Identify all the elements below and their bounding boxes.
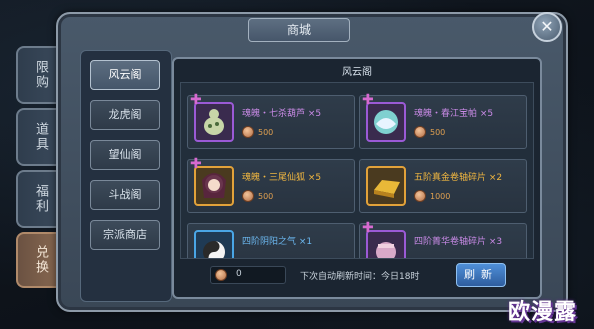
refresh-time-text: 下次自动刷新时间：今日18时 xyxy=(300,272,420,282)
item-icon-gold-bar xyxy=(366,166,406,206)
coin-icon xyxy=(242,126,254,138)
nav-sect-shop[interactable]: 宗派商店 xyxy=(90,220,160,250)
coin-icon xyxy=(414,190,426,202)
soul-badge-icon: ✚ xyxy=(190,92,202,108)
item-icon-fox-portrait xyxy=(194,166,234,206)
item-list[interactable]: ✚ 魂魄・七杀葫芦 ×5 500 ✚ 魂魄・春江宝帕 ×5 500 ✚ 魂魄・三… xyxy=(180,82,534,259)
price-row: 1000 xyxy=(414,190,450,202)
coin-icon xyxy=(242,190,254,202)
nav-douzhan[interactable]: 斗战阁 xyxy=(90,180,160,210)
panel-title: 风云阁 xyxy=(342,67,372,78)
nav-longhu[interactable]: 龙虎阁 xyxy=(90,100,160,130)
item-card[interactable]: ✚ 魂魄・春江宝帕 ×5 500 xyxy=(359,92,527,149)
item-card[interactable]: ✚ 魂魄・三尾仙狐 ×5 500 xyxy=(187,156,355,213)
soul-badge-icon: ✚ xyxy=(190,156,202,172)
soul-badge-icon: ✚ xyxy=(362,92,374,108)
side-tab-label: 道具 xyxy=(33,122,48,152)
close-icon: ✕ xyxy=(540,17,554,36)
item-name: 四阶菁华卷轴碎片 ×3 xyxy=(414,237,503,247)
soul-badge-icon: ✚ xyxy=(362,220,374,236)
currency-display xyxy=(210,266,286,284)
window-title: 商城 xyxy=(248,18,350,42)
item-card[interactable]: ✚ 魂魄・七杀葫芦 ×5 500 xyxy=(187,92,355,149)
item-icon-handkerchief xyxy=(366,102,406,142)
item-name: 四阶阴阳之气 ×1 xyxy=(242,237,313,247)
price-row: 500 xyxy=(242,190,273,202)
side-tab-label: 福利 xyxy=(33,184,48,214)
nav-fengyun[interactable]: 风云阁 xyxy=(90,60,160,90)
price-row: 500 xyxy=(242,126,273,138)
item-card[interactable]: 四阶阴阳之气 ×1 xyxy=(187,223,355,258)
side-tab-label: 兑换 xyxy=(33,245,48,275)
coin-icon xyxy=(215,269,227,281)
coin-icon xyxy=(414,126,426,138)
price-row: 500 xyxy=(414,126,445,138)
item-name: 魂魄・春江宝帕 ×5 xyxy=(414,109,494,119)
item-price: 1000 xyxy=(430,191,451,201)
nav-wangxian[interactable]: 望仙阁 xyxy=(90,140,160,170)
currency-value: 0 xyxy=(236,269,242,279)
item-price: 500 xyxy=(258,127,274,137)
side-tab-label: 限购 xyxy=(33,60,48,90)
watermark-logo: 欧漫露 xyxy=(508,300,578,325)
item-icon-yinyang xyxy=(194,230,234,258)
refresh-button[interactable]: 刷新 xyxy=(456,263,506,287)
item-price: 500 xyxy=(430,127,446,137)
item-card[interactable]: ✚ 四阶菁华卷轴碎片 ×3 xyxy=(359,220,527,258)
close-button[interactable]: ✕ xyxy=(532,12,562,42)
item-name: 魂魄・七杀葫芦 ×5 xyxy=(242,109,322,119)
item-name: 魂魄・三尾仙狐 ×5 xyxy=(242,173,322,183)
item-name: 五阶真金卷轴碎片 ×2 xyxy=(414,173,503,183)
item-icon-gourd xyxy=(194,102,234,142)
item-card[interactable]: 五阶真金卷轴碎片 ×2 1000 xyxy=(359,159,527,213)
item-price: 500 xyxy=(258,191,274,201)
